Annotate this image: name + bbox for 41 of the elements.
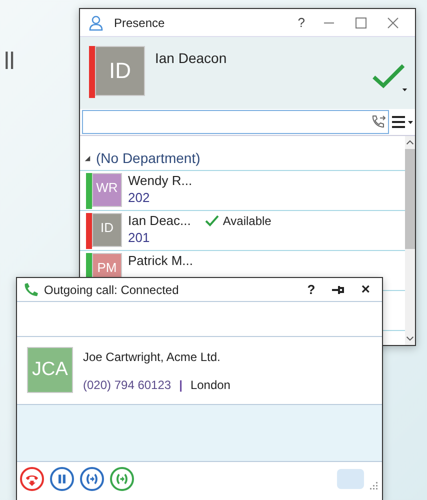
expand-triangle-icon[interactable]	[84, 154, 91, 162]
extension: 202	[128, 190, 151, 205]
transfer-icon	[85, 472, 99, 486]
avatar: JCA	[27, 347, 73, 393]
avatar: ID	[95, 46, 145, 96]
status-check-icon[interactable]	[371, 62, 409, 94]
transfer-button[interactable]	[80, 467, 104, 491]
contact-name: Joe Cartwright, Acme Ltd.	[83, 350, 222, 364]
close-icon[interactable]	[387, 16, 399, 28]
avatar: WR	[92, 173, 122, 207]
status-text: Available	[222, 214, 272, 228]
search-field[interactable]	[82, 110, 389, 134]
help-button[interactable]: ?	[292, 15, 311, 30]
phone-number: (020) 794 60123	[83, 378, 172, 392]
contact-name: Ian Deac...	[128, 213, 191, 228]
phone-icon	[23, 282, 38, 297]
maximize-icon[interactable]	[355, 16, 367, 28]
hangup-button[interactable]	[20, 467, 44, 491]
consult-icon	[115, 472, 129, 486]
hold-button[interactable]	[50, 467, 74, 491]
phone-forward-icon[interactable]	[370, 114, 386, 130]
contact-name: Wendy R...	[128, 173, 192, 188]
contact-row[interactable]: ID Ian Deac... Available 201	[80, 211, 405, 251]
menu-icon[interactable]	[391, 115, 413, 129]
window-title: Presence	[114, 16, 165, 30]
user-name: Ian Deacon	[155, 50, 227, 66]
background-text: ll	[4, 48, 15, 76]
scroll-up-icon[interactable]	[406, 140, 414, 145]
resize-grip-icon[interactable]	[370, 482, 378, 490]
contact-name: Patrick M...	[128, 253, 194, 268]
extension: 201	[128, 230, 151, 245]
separator: |	[179, 378, 182, 392]
location: London	[190, 378, 230, 392]
consult-button[interactable]	[110, 467, 134, 491]
check-icon	[204, 214, 219, 226]
scrollbar[interactable]	[405, 136, 415, 345]
avatar: ID	[92, 213, 122, 247]
person-icon	[88, 14, 104, 30]
scroll-down-icon[interactable]	[406, 336, 414, 341]
group-label: (No Department)	[96, 150, 200, 166]
pin-icon[interactable]	[331, 284, 346, 296]
